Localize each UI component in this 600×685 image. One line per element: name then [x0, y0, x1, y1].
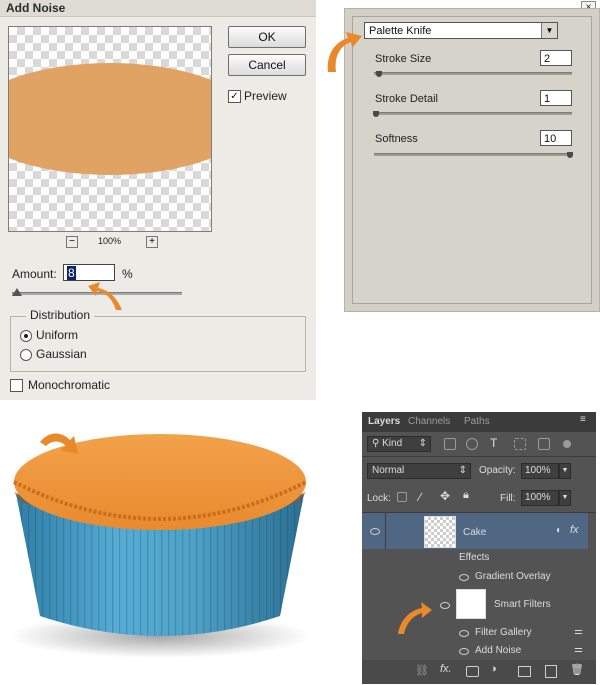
- eye-icon[interactable]: [459, 630, 469, 637]
- kind-filter[interactable]: ⚲ Kind ⇕: [367, 436, 431, 452]
- panel-menu-icon[interactable]: ≡: [580, 414, 586, 425]
- stroke-detail-input[interactable]: 1: [540, 90, 572, 106]
- add-noise-label[interactable]: Add Noise: [475, 645, 521, 656]
- preview-ellipse: [9, 63, 211, 175]
- layer-name[interactable]: Cake: [463, 527, 486, 538]
- chevron-down-icon[interactable]: ▼: [541, 23, 557, 38]
- lock-label: Lock:: [367, 493, 391, 504]
- amount-label: Amount:: [12, 267, 57, 281]
- opacity-label: Opacity:: [479, 465, 516, 476]
- adjustment-filter-icon[interactable]: [466, 438, 478, 450]
- softness-input[interactable]: 10: [540, 130, 572, 146]
- add-mask-icon[interactable]: [466, 666, 479, 677]
- dialog-title-bar[interactable]: Add Noise: [0, 0, 316, 17]
- stroke-size-slider[interactable]: [374, 72, 572, 75]
- lock-all-icon[interactable]: 🔒︎: [463, 489, 469, 502]
- filter-toggle-icon[interactable]: [563, 440, 571, 448]
- blend-mode-select[interactable]: Normal ⇕: [367, 463, 471, 479]
- add-style-fx-icon[interactable]: fx.: [440, 663, 452, 675]
- smart-filters-label[interactable]: Smart Filters: [494, 599, 551, 610]
- uniform-radio[interactable]: [20, 330, 32, 342]
- trash-icon[interactable]: 🗑︎: [570, 663, 584, 676]
- filter-select[interactable]: Palette Knife: [364, 22, 558, 39]
- monochromatic-label: Monochromatic: [28, 378, 111, 392]
- gradient-overlay-label[interactable]: Gradient Overlay: [475, 571, 551, 582]
- tab-paths[interactable]: Paths: [464, 416, 490, 427]
- layers-bottom-toolbar: [362, 660, 596, 684]
- chevron-updown-icon: ⇕: [418, 438, 427, 449]
- cupcake-illustration: [10, 433, 310, 658]
- new-layer-icon[interactable]: [545, 665, 557, 678]
- shape-filter-icon[interactable]: [514, 438, 526, 450]
- fill-input[interactable]: 100%: [521, 490, 559, 506]
- stroke-size-thumb[interactable]: [376, 71, 382, 77]
- uniform-label: Uniform: [36, 328, 79, 342]
- lock-position-icon[interactable]: ✥: [440, 489, 450, 503]
- eye-icon[interactable]: [459, 574, 469, 581]
- preview-label: Preview: [244, 89, 287, 103]
- effects-label: Effects: [459, 552, 490, 563]
- distribution-group: [10, 316, 306, 372]
- cancel-button[interactable]: Cancel: [228, 54, 306, 76]
- zoom-level: 100%: [98, 236, 122, 246]
- filter-options-icon[interactable]: ⚌: [574, 626, 583, 637]
- stroke-size-input[interactable]: 2: [540, 50, 572, 66]
- filter-preview[interactable]: [8, 26, 212, 232]
- softness-label: Softness: [375, 133, 418, 145]
- smart-object-filter-icon[interactable]: [538, 438, 550, 450]
- stroke-detail-label: Stroke Detail: [375, 93, 438, 105]
- monochromatic-checkbox[interactable]: [10, 379, 23, 392]
- gaussian-radio[interactable]: [20, 349, 32, 361]
- smart-object-icon: ◐: [556, 525, 563, 536]
- gaussian-label: Gaussian: [36, 347, 87, 361]
- eye-icon[interactable]: [459, 648, 469, 655]
- distribution-label: Distribution: [26, 308, 95, 322]
- kind-label: Kind: [382, 438, 403, 449]
- callout-arrow-icon: [327, 32, 362, 72]
- preview-checkbox[interactable]: ✓: [228, 90, 241, 103]
- chevron-updown-icon: ⇕: [458, 465, 467, 476]
- lock-pixels-icon[interactable]: ∕: [419, 490, 421, 504]
- zoom-in-icon[interactable]: +: [146, 236, 158, 248]
- ok-button[interactable]: OK: [228, 26, 306, 48]
- layer-thumbnail[interactable]: [424, 516, 456, 548]
- amount-slider-thumb[interactable]: [12, 288, 22, 296]
- eye-icon[interactable]: [440, 602, 450, 609]
- eye-icon[interactable]: [370, 528, 380, 535]
- opacity-input[interactable]: 100%: [521, 463, 559, 479]
- filter-options-icon[interactable]: ⚌: [574, 644, 583, 655]
- callout-arrow-icon: [398, 602, 432, 634]
- stroke-detail-thumb[interactable]: [373, 111, 379, 117]
- search-icon: ⚲: [372, 438, 380, 449]
- type-filter-icon[interactable]: T: [490, 436, 497, 450]
- fill-label: Fill:: [500, 493, 516, 504]
- tab-channels[interactable]: Channels: [408, 416, 450, 427]
- amount-value: 8: [67, 266, 76, 280]
- zoom-out-icon[interactable]: −: [66, 236, 78, 248]
- filter-mask-thumbnail[interactable]: [456, 589, 486, 619]
- link-icon[interactable]: ⛓: [415, 664, 429, 677]
- fx-icon[interactable]: fx: [570, 524, 579, 536]
- stroke-detail-slider[interactable]: [374, 112, 572, 115]
- callout-arrow-icon: [88, 282, 122, 310]
- pixel-filter-icon[interactable]: [444, 438, 456, 450]
- dialog-title: Add Noise: [6, 1, 66, 15]
- softness-thumb[interactable]: [567, 152, 573, 158]
- stroke-size-label: Stroke Size: [375, 53, 432, 65]
- blend-mode-value: Normal: [372, 465, 405, 476]
- softness-slider[interactable]: [374, 153, 572, 156]
- chevron-down-icon[interactable]: ▼: [559, 490, 571, 506]
- lock-transparent-icon[interactable]: [397, 492, 407, 502]
- filter-gallery-label[interactable]: Filter Gallery: [475, 627, 532, 638]
- tab-layers[interactable]: Layers: [368, 416, 400, 427]
- divider: [362, 456, 596, 457]
- adjustment-layer-icon[interactable]: ◑: [490, 663, 497, 675]
- divider: [385, 513, 386, 549]
- group-folder-icon[interactable]: [518, 666, 531, 677]
- chevron-down-icon[interactable]: ▼: [559, 463, 571, 479]
